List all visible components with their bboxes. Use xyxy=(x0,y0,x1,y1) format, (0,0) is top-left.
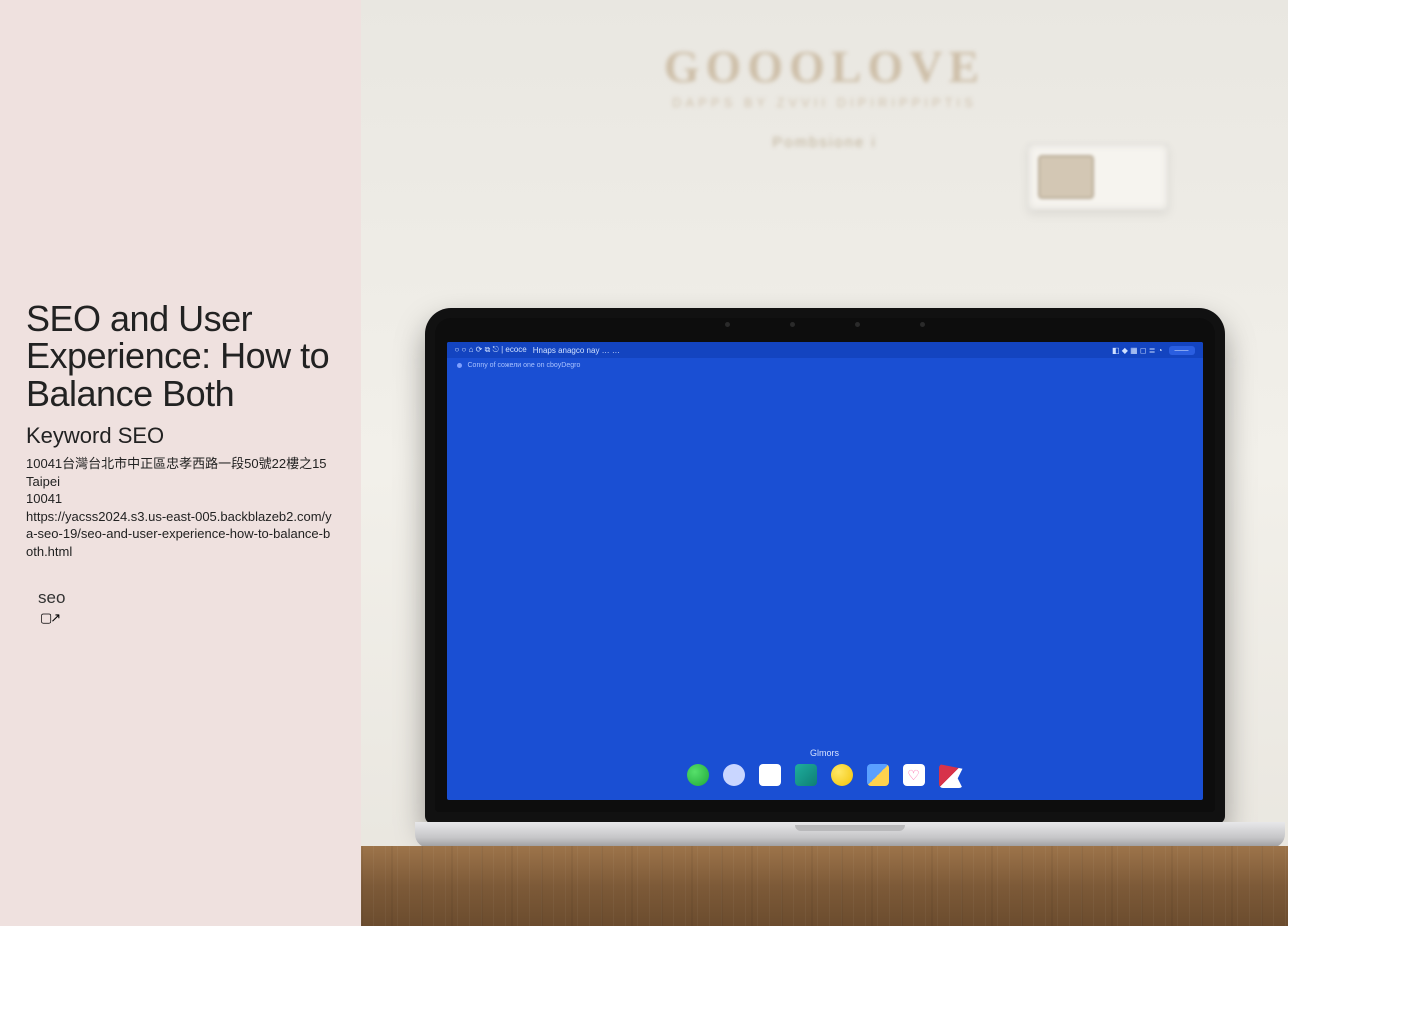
dock-heart-icon xyxy=(903,764,925,786)
sidebar: SEO and User Experience: How to Balance … xyxy=(0,0,361,926)
dock-photos-icon xyxy=(867,764,889,786)
toolbar-dot-icon xyxy=(457,363,462,368)
os-menubar: ○ ○ ⌂ ⟳ ⧉ ⎋ | ecoce Hnaps anagco nay … …… xyxy=(447,342,1203,358)
laptop: ○ ○ ⌂ ⟳ ⧉ ⎋ | ecoce Hnaps anagco nay … …… xyxy=(415,308,1235,856)
toolbar-text: Сonny of сожели оnе оn сboyDegro xyxy=(468,362,581,369)
menubar-center-text: Hnaps anagco nay … … xyxy=(533,346,620,355)
dock-circle-yellow-icon xyxy=(831,764,853,786)
wall-logo-subtext2: Pombsione i xyxy=(664,134,985,151)
laptop-base xyxy=(415,822,1285,848)
page-subtitle: Keyword SEO xyxy=(26,423,335,449)
page-whitespace xyxy=(0,926,1424,1024)
browser-toolbar: Сonny of сожели оnе оn сboyDegro xyxy=(447,358,1203,372)
laptop-lid: ○ ○ ⌂ ⟳ ⧉ ⎋ | ecoce Hnaps anagco nay … …… xyxy=(425,308,1225,824)
tag-label: seo xyxy=(38,588,335,608)
wall-logo-subtext: DAPPS BY ZVVII DIPIRIPPIPTIS xyxy=(664,95,985,110)
laptop-screen-bezel: ○ ○ ⌂ ⟳ ⧉ ⎋ | ecoce Hnaps anagco nay … …… xyxy=(435,318,1215,812)
city: Taipei xyxy=(26,473,335,491)
dock-circle-green-icon xyxy=(687,764,709,786)
wall-switch-plate xyxy=(1028,144,1168,210)
laptop-display: ○ ○ ⌂ ⟳ ⧉ ⎋ | ecoce Hnaps anagco nay … …… xyxy=(447,342,1203,800)
menubar-pill: —— xyxy=(1169,346,1195,355)
dock-flag-icon xyxy=(939,764,963,788)
dock xyxy=(677,760,973,790)
wall-logo-text: GOOOLOVE xyxy=(664,40,985,93)
page-title: SEO and User Experience: How to Balance … xyxy=(26,300,335,413)
camera-dots xyxy=(725,322,925,327)
dock-app-white-icon xyxy=(759,764,781,786)
switch-plate xyxy=(1038,155,1094,199)
menubar-right-icons: ◧ ◆ ▦ ◻ ≣ ◔ xyxy=(1112,346,1163,355)
postal-code: 10041 xyxy=(26,490,335,508)
wooden-desk xyxy=(361,846,1288,926)
tag-box: seo ▢↗ xyxy=(26,588,335,626)
dock-cloud-icon xyxy=(723,764,745,786)
external-link-icon: ▢↗ xyxy=(40,610,335,626)
address-line: 10041台灣台北市中正區忠孝西路一段50號22樓之15 xyxy=(26,455,335,473)
dock-label: Glmors xyxy=(810,748,839,758)
dock-app-teal-icon xyxy=(795,764,817,786)
menubar-left-icons: ○ ○ ⌂ ⟳ ⧉ ⎋ | ecoce xyxy=(455,345,527,355)
wall-logo: GOOOLOVE DAPPS BY ZVVII DIPIRIPPIPTIS Po… xyxy=(664,40,985,151)
hero-image: GOOOLOVE DAPPS BY ZVVII DIPIRIPPIPTIS Po… xyxy=(361,0,1288,926)
source-url: https://yacss2024.s3.us-east-005.backbla… xyxy=(26,508,335,561)
